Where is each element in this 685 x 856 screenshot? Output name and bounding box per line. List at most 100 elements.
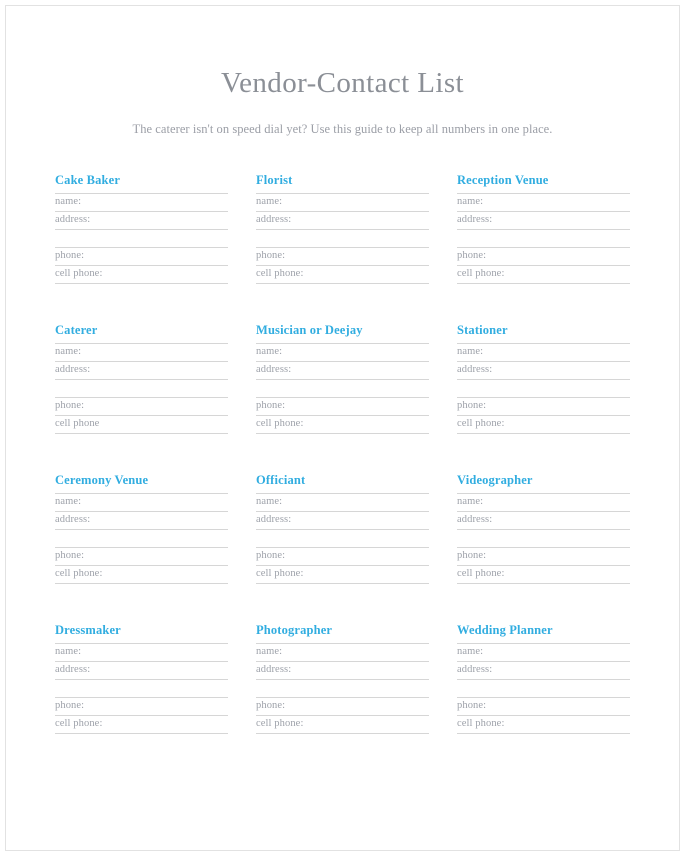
field-row[interactable]: address: (55, 512, 228, 530)
field-write-area[interactable] (492, 662, 630, 679)
field-write-area[interactable] (504, 566, 630, 583)
field-row[interactable]: name: (55, 194, 228, 212)
field-row[interactable]: name: (256, 344, 429, 362)
field-row-continuation[interactable] (55, 680, 228, 698)
field-write-area[interactable] (486, 248, 630, 265)
field-write-area[interactable] (99, 416, 228, 433)
field-write-area[interactable] (285, 398, 429, 415)
field-write-area[interactable] (457, 530, 630, 547)
field-row[interactable]: address: (457, 662, 630, 680)
field-write-area[interactable] (483, 344, 630, 361)
field-write-area[interactable] (55, 530, 228, 547)
field-write-area[interactable] (285, 548, 429, 565)
field-row[interactable]: address: (457, 212, 630, 230)
field-write-area[interactable] (492, 212, 630, 229)
field-row[interactable]: address: (256, 212, 429, 230)
field-row[interactable]: cell phone: (457, 716, 630, 734)
field-write-area[interactable] (492, 362, 630, 379)
field-write-area[interactable] (504, 716, 630, 733)
field-row[interactable]: address: (55, 662, 228, 680)
field-row[interactable]: cell phone: (457, 266, 630, 284)
field-row[interactable]: name: (55, 494, 228, 512)
field-row[interactable]: address: (256, 362, 429, 380)
field-write-area[interactable] (81, 644, 228, 661)
field-write-area[interactable] (256, 530, 429, 547)
field-write-area[interactable] (291, 512, 429, 529)
field-write-area[interactable] (486, 548, 630, 565)
field-row-continuation[interactable] (256, 530, 429, 548)
field-write-area[interactable] (90, 662, 228, 679)
field-row[interactable]: name: (457, 644, 630, 662)
field-write-area[interactable] (291, 212, 429, 229)
field-row[interactable]: phone: (256, 398, 429, 416)
field-row-continuation[interactable] (55, 380, 228, 398)
field-row-continuation[interactable] (55, 230, 228, 248)
field-write-area[interactable] (492, 512, 630, 529)
field-write-area[interactable] (55, 680, 228, 697)
field-write-area[interactable] (486, 698, 630, 715)
field-row[interactable]: cell phone: (256, 416, 429, 434)
field-row[interactable]: cell phone: (256, 566, 429, 584)
field-write-area[interactable] (55, 380, 228, 397)
field-write-area[interactable] (102, 716, 228, 733)
field-write-area[interactable] (282, 344, 429, 361)
field-write-area[interactable] (285, 248, 429, 265)
field-write-area[interactable] (81, 194, 228, 211)
field-row[interactable]: name: (457, 494, 630, 512)
field-row[interactable]: name: (256, 194, 429, 212)
field-write-area[interactable] (81, 344, 228, 361)
field-write-area[interactable] (291, 662, 429, 679)
field-row[interactable]: name: (55, 644, 228, 662)
field-row[interactable]: phone: (457, 548, 630, 566)
field-write-area[interactable] (504, 416, 630, 433)
field-write-area[interactable] (486, 398, 630, 415)
field-row-continuation[interactable] (256, 380, 429, 398)
field-write-area[interactable] (84, 548, 228, 565)
field-write-area[interactable] (90, 212, 228, 229)
field-write-area[interactable] (285, 698, 429, 715)
field-row[interactable]: cell phone: (55, 266, 228, 284)
field-row[interactable]: phone: (457, 398, 630, 416)
field-row[interactable]: name: (256, 494, 429, 512)
field-row[interactable]: address: (457, 512, 630, 530)
field-row[interactable]: address: (256, 662, 429, 680)
field-write-area[interactable] (102, 266, 228, 283)
field-write-area[interactable] (457, 230, 630, 247)
field-write-area[interactable] (55, 230, 228, 247)
field-write-area[interactable] (256, 380, 429, 397)
field-write-area[interactable] (84, 698, 228, 715)
field-row[interactable]: phone: (256, 248, 429, 266)
field-write-area[interactable] (303, 566, 429, 583)
field-write-area[interactable] (84, 398, 228, 415)
field-row-continuation[interactable] (256, 680, 429, 698)
field-row[interactable]: name: (55, 344, 228, 362)
field-row-continuation[interactable] (457, 230, 630, 248)
field-write-area[interactable] (504, 266, 630, 283)
field-write-area[interactable] (81, 494, 228, 511)
field-write-area[interactable] (84, 248, 228, 265)
field-write-area[interactable] (303, 266, 429, 283)
field-write-area[interactable] (90, 512, 228, 529)
field-row[interactable]: phone: (55, 698, 228, 716)
field-row[interactable]: cell phone: (256, 716, 429, 734)
field-row-continuation[interactable] (55, 530, 228, 548)
field-row-continuation[interactable] (256, 230, 429, 248)
field-row[interactable]: cell phone: (55, 716, 228, 734)
field-row[interactable]: name: (457, 344, 630, 362)
field-row[interactable]: name: (457, 194, 630, 212)
field-row-continuation[interactable] (457, 380, 630, 398)
field-row[interactable]: cell phone: (457, 566, 630, 584)
field-row[interactable]: cell phone: (256, 266, 429, 284)
field-write-area[interactable] (457, 380, 630, 397)
field-write-area[interactable] (282, 194, 429, 211)
field-row[interactable]: phone: (55, 398, 228, 416)
field-row[interactable]: phone: (256, 698, 429, 716)
field-write-area[interactable] (457, 680, 630, 697)
field-row[interactable]: address: (55, 362, 228, 380)
field-row[interactable]: phone: (55, 548, 228, 566)
field-row[interactable]: cell phone (55, 416, 228, 434)
field-row[interactable]: cell phone: (55, 566, 228, 584)
field-write-area[interactable] (291, 362, 429, 379)
field-write-area[interactable] (90, 362, 228, 379)
field-row[interactable]: address: (55, 212, 228, 230)
